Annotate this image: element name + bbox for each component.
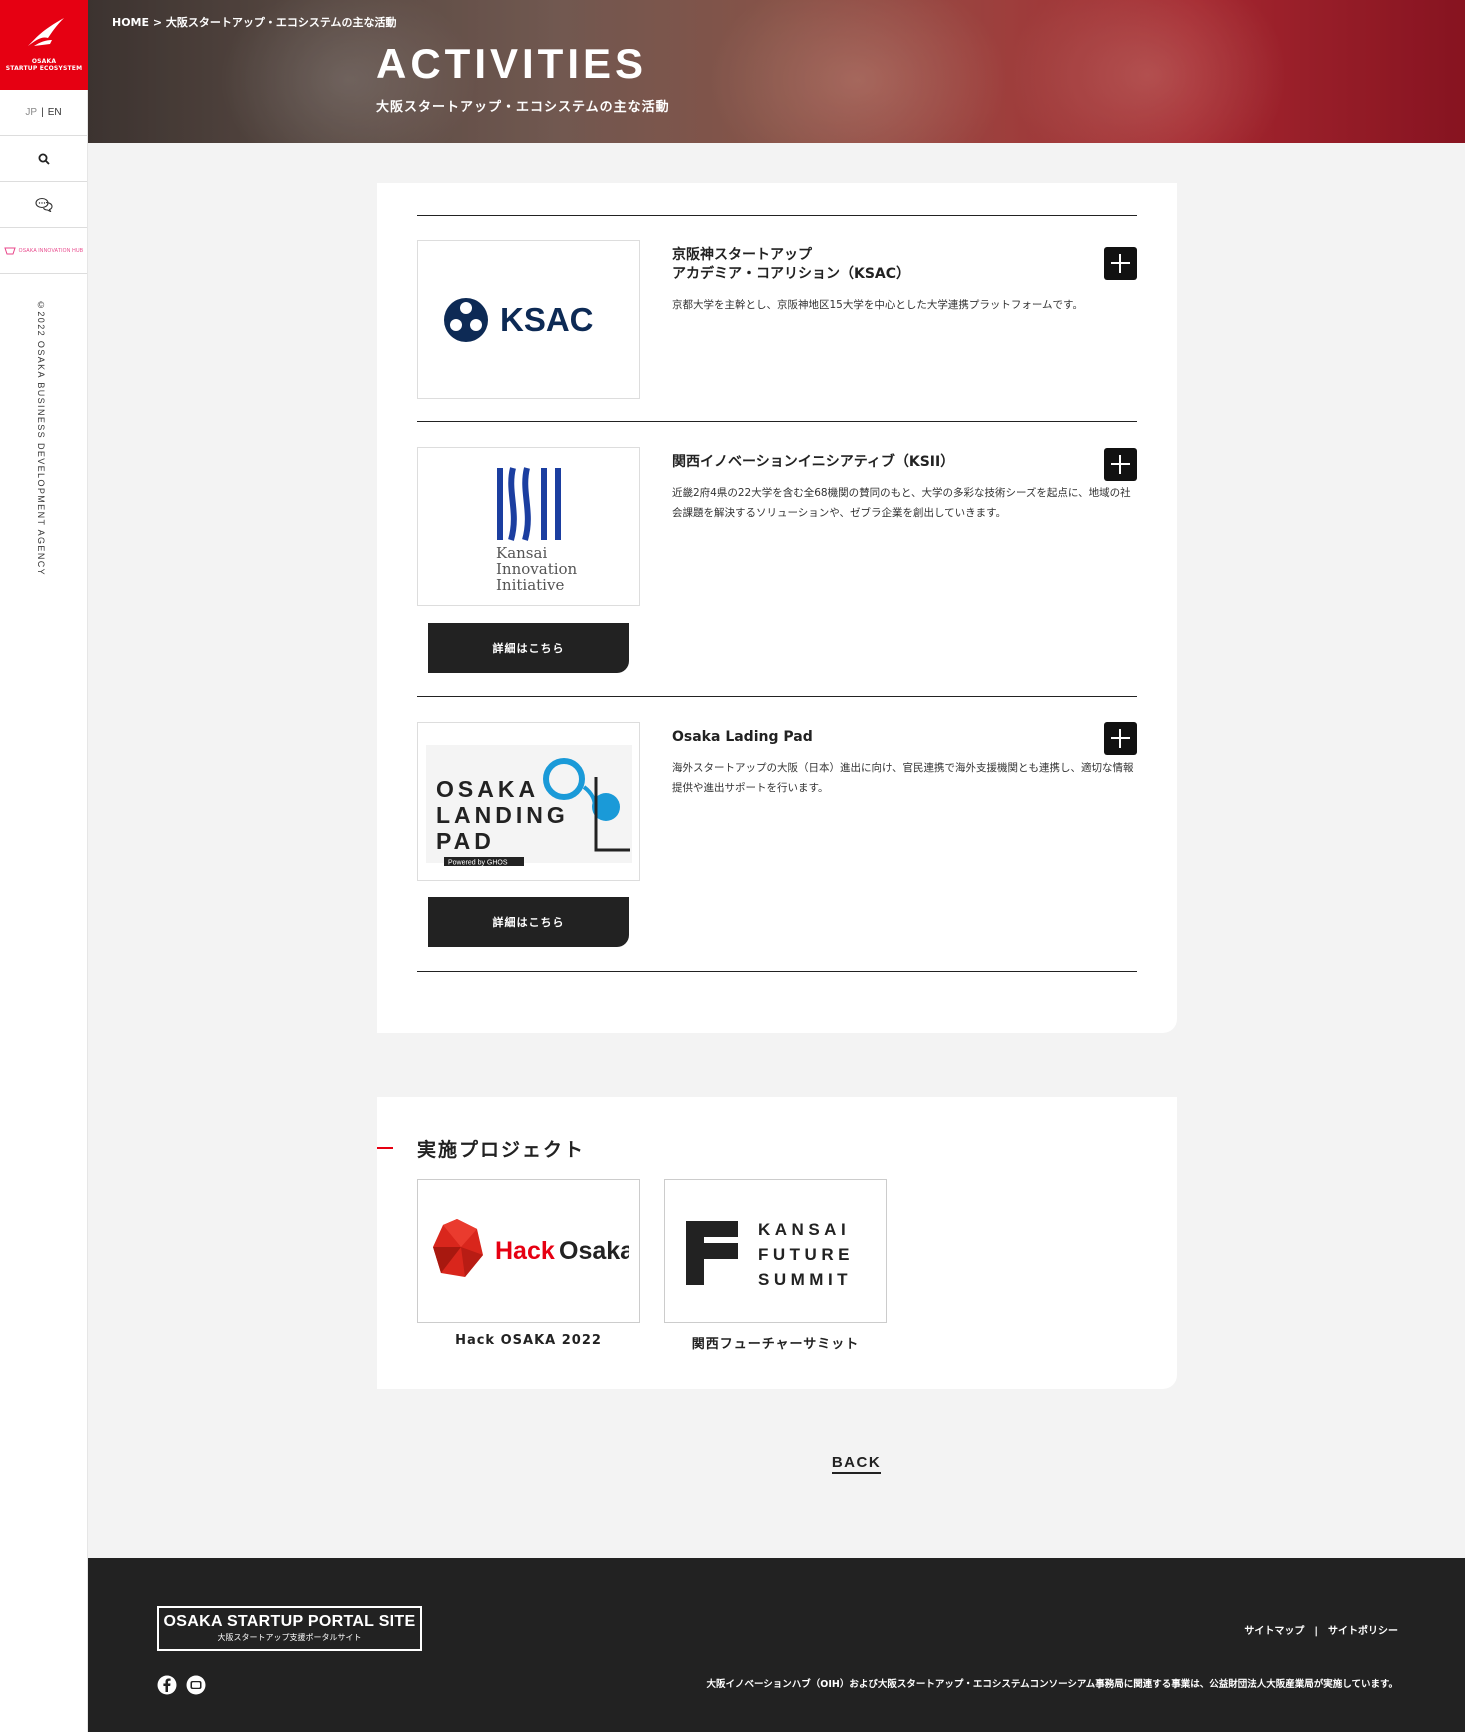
search-button[interactable] [0, 136, 87, 182]
sidebar: OSAKA STARTUP ECOSYSTEM JP | EN OSAKA INNO… [0, 0, 88, 1732]
osaka-innovation-hub-link[interactable]: OSAKA INNOVATION HUB [0, 228, 87, 274]
ksii-logo-graphic: Kansai Innovation Initiative [496, 466, 577, 592]
ksii-logo-line-3: Initiative [496, 576, 564, 592]
divider [417, 696, 1137, 697]
footer-brand-title: OSAKA STARTUP PORTAL SITE [163, 1613, 416, 1630]
projects-heading: 実施プロジェクト [417, 1139, 586, 1161]
activities-card: KSAC 京阪神スタートアップ アカデミア・コアリション（KSAC） 京都大学を… [377, 183, 1177, 1033]
hack-osaka-word-2: Osaka [559, 1237, 629, 1265]
ksac-title-line-1: 京阪神スタートアップ [672, 247, 812, 263]
osaka-landing-pad-logo: OSAKA LANDING PAD Powered by GHOS [417, 722, 640, 881]
olp-title: Osaka Lading Pad [672, 729, 813, 745]
ohub-icon [3, 247, 16, 254]
facebook-icon[interactable] [157, 1675, 177, 1695]
olp-powered-by: Powered by GHOS [448, 859, 508, 866]
lang-separator: | [41, 107, 44, 118]
olp-details-button[interactable]: 詳細はこちら [428, 897, 629, 947]
language-switcher: JP | EN [0, 90, 87, 136]
logo-text: OSAKA STARTUP ECOSYSTEM [0, 58, 88, 72]
olp-logo-line-2: LANDING [436, 802, 569, 828]
hack-osaka-caption[interactable]: Hack OSAKA 2022 [417, 1333, 640, 1348]
site-logo[interactable]: OSAKA STARTUP ECOSYSTEM [0, 0, 88, 90]
olp-expand-button[interactable] [1104, 722, 1137, 755]
ksii-title: 関西イノベーションイニシアティブ（KSII） [672, 454, 955, 470]
kansai-future-summit-logo[interactable]: KANSAI FUTURE SUMMIT [664, 1179, 887, 1323]
logo-line-1: OSAKA [31, 58, 57, 65]
social-links [157, 1675, 206, 1695]
footer-brand[interactable]: OSAKA STARTUP PORTAL SITE 大阪スタートアップ支援ポータ… [157, 1606, 422, 1651]
kfs-logo-line-3: SUMMIT [758, 1270, 852, 1289]
search-icon [38, 153, 50, 165]
footer: OSAKA STARTUP PORTAL SITE 大阪スタートアップ支援ポータ… [88, 1558, 1465, 1732]
footer-links: サイトマップ | サイトポリシー [1244, 1622, 1398, 1637]
back-link-wrapper: BACK [0, 1452, 1465, 1474]
ksac-description: 京都大学を主幹とし、京阪神地区15大学を中心とした大学連携プラットフォームです。 [672, 299, 1083, 311]
olp-logo-graphic: OSAKA LANDING PAD Powered by GHOS [425, 744, 632, 866]
lang-jp-link[interactable]: JP [25, 107, 37, 118]
logo-line-2: STARTUP ECOSYSTEM [5, 65, 83, 72]
lang-en-link[interactable]: EN [48, 107, 62, 118]
back-link[interactable]: BACK [831, 1454, 882, 1474]
ksii-description: 近畿2府4県の22大学を含む全68機関の賛同のもと、大学の多彩な技術シーズを起点… [672, 487, 1131, 519]
ksac-title-line-2: アカデミア・コアリション（KSAC） [672, 266, 911, 282]
ksii-logo: Kansai Innovation Initiative [417, 447, 640, 606]
kfs-logo-line-2: FUTURE [758, 1245, 854, 1264]
ksac-logo-graphic: KSAC [443, 297, 594, 342]
olp-logo-line-3: PAD [436, 828, 495, 854]
breadcrumb[interactable]: HOME > 大阪スタートアップ・エコシステムの主な活動 [112, 14, 397, 30]
chat-button[interactable] [0, 182, 87, 228]
divider [417, 215, 1137, 216]
projects-card: 実施プロジェクト Hack Osaka Hack OSAKA 2022 KANS… [377, 1097, 1177, 1389]
ksac-logo: KSAC [417, 240, 640, 399]
page-subtitle: 大阪スタートアップ・エコシステムの主な活動 [376, 100, 670, 115]
ksii-expand-button[interactable] [1104, 448, 1137, 481]
hack-osaka-logo[interactable]: Hack Osaka [417, 1179, 640, 1323]
chat-icon [34, 197, 53, 212]
kfs-logo-line-1: KANSAI [758, 1220, 850, 1239]
ksac-title: 京阪神スタートアップ アカデミア・コアリション（KSAC） [672, 246, 1072, 284]
section-marker [377, 1147, 393, 1149]
logo-wing-icon [28, 18, 64, 46]
hero-banner: HOME > 大阪スタートアップ・エコシステムの主な活動 ACTIVITIES … [88, 0, 1465, 143]
kansai-future-summit-caption[interactable]: 関西フューチャーサミット [664, 1333, 887, 1352]
ohub-label: OSAKA INNOVATION HUB [18, 247, 84, 254]
footer-link-separator: | [1314, 1626, 1318, 1637]
divider [417, 421, 1137, 422]
ksac-logo-text: KSAC [500, 301, 594, 338]
page-title: ACTIVITIES [376, 40, 648, 87]
site-policy-link[interactable]: サイトポリシー [1328, 1626, 1398, 1637]
copyright: ©2022 OSAKA BUSINESS DEVELOPMENT AGENCY [36, 300, 46, 577]
kfs-logo-graphic: KANSAI FUTURE SUMMIT [685, 1220, 854, 1289]
youtube-icon[interactable] [186, 1675, 206, 1695]
hack-osaka-word-1: Hack [495, 1237, 555, 1265]
olp-logo-line-1: OSAKA [436, 776, 539, 802]
footer-note: 大阪イノベーションハブ（OIH）および大阪スタートアップ・エコシステムコンソーシ… [706, 1679, 1399, 1690]
divider [417, 971, 1137, 972]
ksii-details-button[interactable]: 詳細はこちら [428, 623, 629, 673]
ksac-expand-button[interactable] [1104, 247, 1137, 280]
olp-description: 海外スタートアップの大阪（日本）進出に向け、官民連携で海外支援機関とも連携し、適… [672, 762, 1134, 794]
sitemap-link[interactable]: サイトマップ [1244, 1626, 1304, 1637]
hack-osaka-logo-graphic: Hack Osaka [432, 1219, 629, 1277]
footer-brand-subtitle: 大阪スタートアップ支援ポータルサイト [217, 1633, 362, 1642]
